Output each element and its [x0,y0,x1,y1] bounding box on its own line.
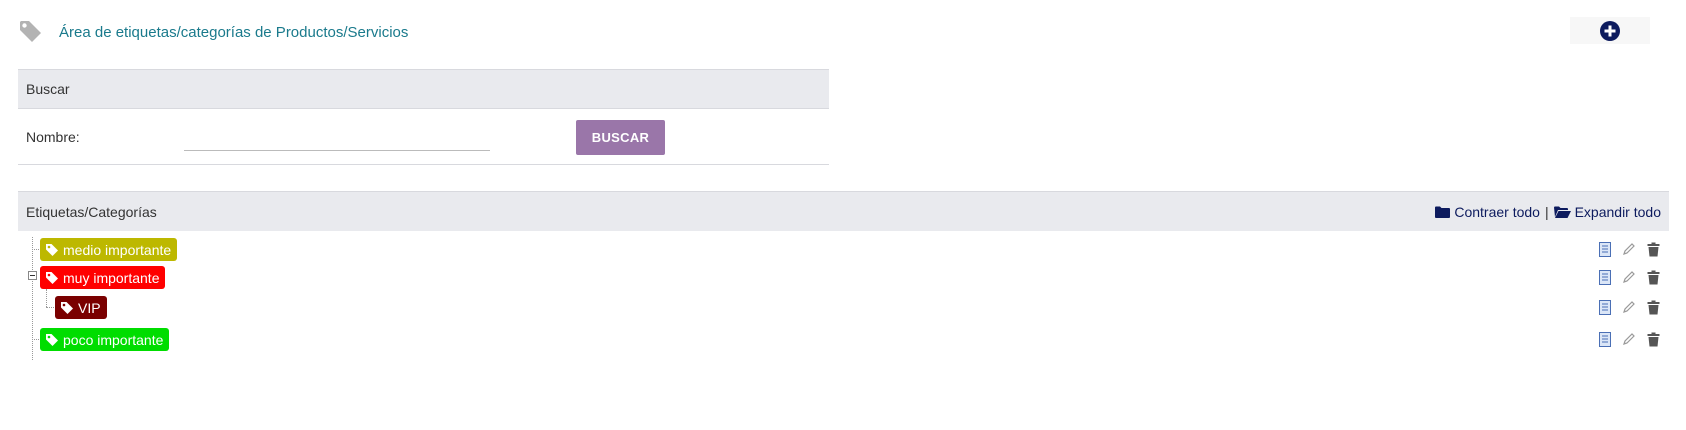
node-label: VIP [78,299,101,316]
search-panel-header: Buscar [18,69,829,109]
name-label: Nombre: [26,129,80,145]
name-search-input[interactable] [184,125,490,151]
categories-heading: Etiquetas/Categorías [26,203,157,220]
document-icon[interactable] [1597,241,1613,257]
row-actions [1597,299,1661,315]
tree-connector [32,237,33,360]
trash-icon[interactable] [1645,331,1661,347]
document-icon[interactable] [1597,299,1613,315]
node-label: medio importante [63,241,172,258]
tree-node-muy-importante[interactable]: muy importante [40,266,166,289]
row-actions [1597,269,1661,285]
search-panel: Buscar Nombre: BUSCAR [18,69,829,165]
add-category-button[interactable] [1570,17,1650,44]
pencil-icon[interactable] [1621,331,1637,347]
actions-separator: | [1544,203,1549,220]
collapse-all-link[interactable]: Contraer todo [1435,204,1540,220]
search-heading: Buscar [26,81,70,97]
expand-all-link[interactable]: Expandir todo [1553,203,1661,220]
tag-icon [20,21,41,42]
tag-icon [46,333,58,346]
tree-actions: Contraer todo | Expandir todo [1435,204,1669,220]
category-tree: medio importante muy importante VIP poco… [18,231,1669,371]
collapse-toggle[interactable] [28,271,37,280]
tag-icon [61,301,73,314]
trash-icon[interactable] [1645,269,1661,285]
collapse-all-label: Contraer todo [1454,203,1540,220]
node-label: muy importante [63,269,160,286]
plus-circle-icon [1600,20,1620,41]
folder-icon [1435,206,1451,218]
tree-connector [32,339,39,340]
tag-icon [46,271,58,284]
trash-icon[interactable] [1645,241,1661,257]
tag-icon [46,243,58,256]
tree-connector [46,289,47,307]
tree-node-medio-importante[interactable]: medio importante [40,238,178,261]
search-row: Nombre: BUSCAR [18,109,829,165]
categories-panel: Etiquetas/Categorías Contraer todo | Exp… [18,191,1669,371]
pencil-icon[interactable] [1621,299,1637,315]
pencil-icon[interactable] [1621,269,1637,285]
document-icon[interactable] [1597,331,1613,347]
trash-icon[interactable] [1645,299,1661,315]
search-button[interactable]: BUSCAR [576,120,665,155]
page-header: Área de etiquetas/categorías de Producto… [18,14,1668,50]
tree-node-poco-importante[interactable]: poco importante [40,328,170,351]
tree-connector [46,307,54,308]
tree-connector [32,249,39,250]
expand-all-label: Expandir todo [1574,203,1661,220]
document-icon[interactable] [1597,269,1613,285]
tree-node-vip[interactable]: VIP [55,296,107,319]
row-actions [1597,331,1661,347]
pencil-icon[interactable] [1621,241,1637,257]
row-actions [1597,241,1661,257]
categories-panel-header: Etiquetas/Categorías Contraer todo | Exp… [18,191,1669,231]
page-title: Área de etiquetas/categorías de Producto… [59,23,409,41]
folder-open-icon [1553,206,1571,218]
node-label: poco importante [63,331,164,348]
